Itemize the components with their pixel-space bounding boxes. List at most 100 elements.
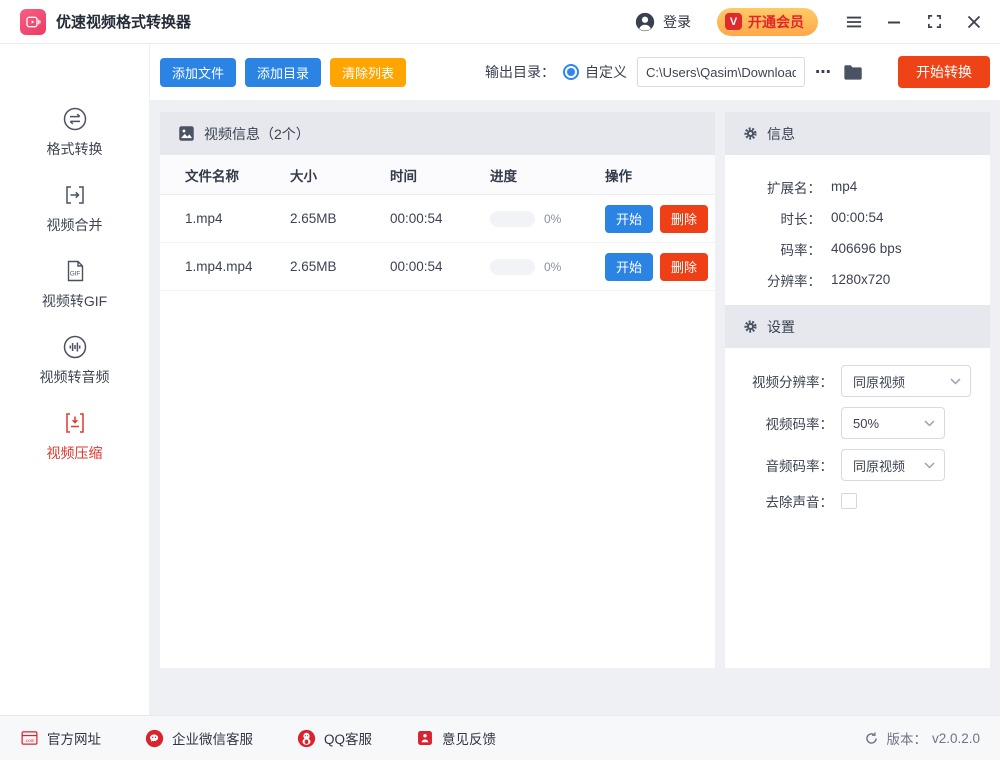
details-panel: 信息 扩展名： mp4 时长： 00:00:54 码率： — [725, 112, 990, 668]
video-info-icon — [178, 125, 195, 142]
progress-percent: 0% — [544, 212, 561, 226]
toolbar: 添加文件 添加目录 清除列表 输出目录： 自定义 ⋯ 开始转换 — [150, 44, 1000, 100]
file-size: 2.65MB — [290, 211, 390, 226]
gif-file-icon: GIF — [62, 258, 88, 284]
col-actions: 操作 — [605, 165, 715, 185]
info-value: 00:00:54 — [831, 210, 884, 225]
format-convert-icon — [62, 106, 88, 132]
login-label: 登录 — [663, 12, 691, 32]
sidebar-item-video-compress[interactable]: 视频压缩 — [47, 410, 103, 463]
table-row[interactable]: 1.mp4.mp4 2.65MB 00:00:54 0% 开始 删除 — [160, 243, 715, 291]
file-size: 2.65MB — [290, 259, 390, 274]
app-title: 优速视频格式转换器 — [56, 11, 191, 32]
titlebar: 优速视频格式转换器 登录 V 开通会员 — [0, 0, 1000, 44]
start-convert-button[interactable]: 开始转换 — [898, 56, 990, 88]
gear-icon — [743, 319, 758, 334]
folder-icon — [842, 62, 864, 82]
sidebar-item-video-to-audio[interactable]: 视频转音频 — [40, 334, 110, 387]
version-label: 版本： — [886, 728, 927, 748]
titlebar-right: 登录 V 开通会员 — [634, 8, 982, 36]
video-bitrate-select[interactable]: 50% — [841, 407, 945, 439]
vip-label: 开通会员 — [748, 12, 804, 32]
close-icon — [967, 15, 981, 29]
delete-row-button[interactable]: 删除 — [660, 205, 708, 233]
svg-text:GIF: GIF — [69, 271, 80, 278]
chevron-down-icon — [924, 420, 935, 427]
col-progress: 进度 — [490, 165, 605, 185]
delete-row-button[interactable]: 删除 — [660, 253, 708, 281]
mute-checkbox[interactable] — [841, 493, 857, 509]
info-value: mp4 — [831, 179, 857, 194]
titlebar-left: 优速视频格式转换器 — [20, 9, 191, 35]
menu-button[interactable] — [846, 14, 862, 30]
info-rows: 扩展名： mp4 时长： 00:00:54 码率： 406696 bps 分 — [725, 155, 990, 305]
progress-cell: 0% — [490, 211, 605, 227]
login-button[interactable]: 登录 — [634, 11, 691, 33]
sidebar-item-video-to-gif[interactable]: GIF 视频转GIF — [42, 258, 107, 311]
info-value: 1280x720 — [831, 272, 890, 287]
audio-wave-icon — [62, 334, 88, 360]
settings-rows: 视频分辨率： 同原视频 视频码率： 50% — [725, 348, 990, 521]
info-label: 码率： — [725, 239, 821, 259]
resolution-select[interactable]: 同原视频 — [841, 365, 971, 397]
clear-list-button[interactable]: 清除列表 — [330, 58, 406, 87]
file-time: 00:00:54 — [390, 259, 490, 274]
qq-support-link[interactable]: QQ客服 — [297, 728, 372, 748]
svg-text:.com: .com — [25, 738, 35, 743]
open-folder-button[interactable] — [842, 62, 864, 82]
add-file-button[interactable]: 添加文件 — [160, 58, 236, 87]
sidebar: 格式转换 视频合并 GIF 视频转GIF — [0, 44, 150, 715]
open-vip-button[interactable]: V 开通会员 — [717, 8, 818, 36]
workspace: 视频信息（2个） 文件名称 大小 时间 进度 操作 1.mp4 2.65MB 0… — [150, 100, 1000, 715]
qq-icon — [297, 729, 316, 748]
refresh-icon — [864, 731, 879, 746]
maximize-button[interactable] — [926, 14, 942, 30]
hamburger-icon — [846, 15, 862, 29]
wechat-icon — [145, 729, 164, 748]
video-merge-icon — [62, 182, 88, 208]
settings-section-title: 设置 — [767, 317, 795, 337]
output-dir-label: 输出目录： — [485, 62, 555, 82]
feedback-link[interactable]: 意见反馈 — [416, 728, 496, 748]
sidebar-item-format-convert[interactable]: 格式转换 — [47, 106, 103, 159]
info-label: 时长： — [725, 208, 821, 228]
close-button[interactable] — [966, 14, 982, 30]
website-icon: .com — [20, 729, 39, 747]
vip-icon: V — [725, 13, 742, 30]
info-label: 分辨率： — [725, 270, 821, 290]
audio-bitrate-select[interactable]: 同原视频 — [841, 449, 945, 481]
col-time: 时间 — [390, 165, 490, 185]
progress-bar — [490, 211, 535, 227]
sidebar-item-video-merge[interactable]: 视频合并 — [47, 182, 103, 235]
video-bitrate-label: 视频码率： — [725, 413, 833, 433]
gear-icon — [743, 126, 758, 141]
feedback-icon — [416, 729, 434, 747]
file-name: 1.mp4.mp4 — [185, 259, 290, 274]
add-directory-button[interactable]: 添加目录 — [245, 58, 321, 87]
mute-label: 去除声音： — [725, 491, 833, 511]
custom-dir-radio[interactable] — [563, 64, 579, 80]
audio-bitrate-label: 音频码率： — [725, 455, 833, 475]
resolution-label: 视频分辨率： — [725, 371, 833, 391]
minimize-button[interactable] — [886, 14, 902, 30]
info-label: 扩展名： — [725, 177, 821, 197]
output-path-input[interactable] — [637, 57, 805, 87]
table-row[interactable]: 1.mp4 2.65MB 00:00:54 0% 开始 删除 — [160, 195, 715, 243]
user-icon — [634, 11, 656, 33]
progress-percent: 0% — [544, 260, 561, 274]
file-name: 1.mp4 — [185, 211, 290, 226]
minimize-icon — [887, 15, 901, 29]
content-area: 添加文件 添加目录 清除列表 输出目录： 自定义 ⋯ 开始转换 — [150, 44, 1000, 715]
official-site-link[interactable]: .com 官方网址 — [20, 728, 101, 748]
chevron-down-icon — [924, 462, 935, 469]
wechat-support-link[interactable]: 企业微信客服 — [145, 728, 253, 748]
browse-more-button[interactable]: ⋯ — [815, 62, 832, 82]
start-row-button[interactable]: 开始 — [605, 253, 653, 281]
files-panel-title: 视频信息（2个） — [204, 124, 310, 144]
file-time: 00:00:54 — [390, 211, 490, 226]
start-row-button[interactable]: 开始 — [605, 205, 653, 233]
footer: .com 官方网址 企业微信客服 QQ客服 — [0, 715, 1000, 760]
video-compress-icon — [62, 410, 88, 436]
maximize-icon — [927, 14, 942, 29]
col-filename: 文件名称 — [185, 165, 290, 185]
